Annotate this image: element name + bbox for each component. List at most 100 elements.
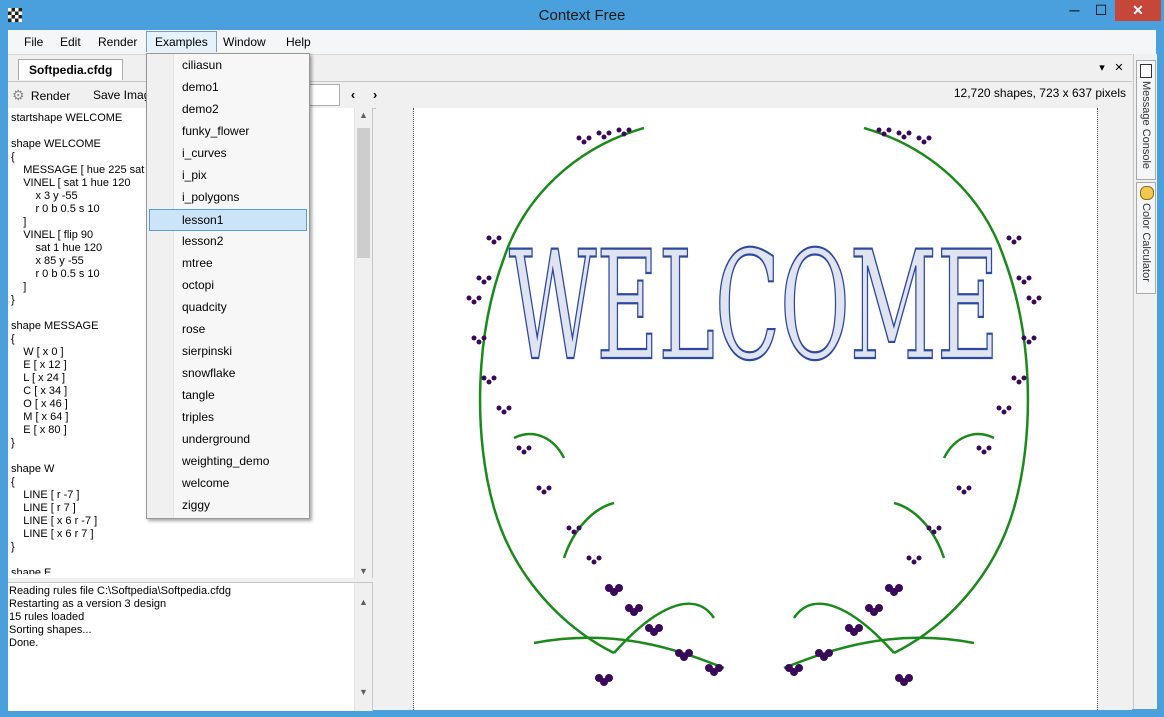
berry xyxy=(981,449,987,455)
example-item-demo1[interactable]: demo1 xyxy=(149,77,305,98)
render-status: 12,720 shapes, 723 x 637 pixels xyxy=(953,86,1126,100)
berry xyxy=(586,135,592,141)
example-item-rose[interactable]: rose xyxy=(149,319,305,340)
berry xyxy=(481,335,487,341)
menu-bar: File Edit Render Examples Window Help xyxy=(8,30,1156,54)
berry xyxy=(901,134,907,140)
berry xyxy=(1011,239,1017,245)
berry xyxy=(596,130,602,136)
berry xyxy=(536,485,542,491)
example-item-sierpinski[interactable]: sierpinski xyxy=(149,341,305,362)
berry xyxy=(886,127,892,133)
example-item-i-polygons[interactable]: i_polygons xyxy=(149,187,305,208)
berry xyxy=(875,604,883,612)
example-item-lesson1[interactable]: lesson1 xyxy=(149,209,307,231)
berry xyxy=(605,674,613,682)
console-scrollbar[interactable]: ▲ ▼ xyxy=(354,583,372,711)
berry xyxy=(911,559,917,565)
berry xyxy=(471,335,477,341)
berry xyxy=(1011,375,1017,381)
color-calculator-tab[interactable]: Color Calculator xyxy=(1136,182,1156,294)
scroll-thumb[interactable] xyxy=(357,128,370,258)
scroll-up-icon[interactable]: ▲ xyxy=(355,110,372,120)
vine-stroke xyxy=(942,432,995,459)
example-item-ziggy[interactable]: ziggy xyxy=(149,495,305,516)
render-button[interactable]: ⚙ Render xyxy=(12,86,70,104)
scroll-up-icon[interactable]: ▲ xyxy=(355,597,372,607)
berry xyxy=(926,135,932,141)
berry xyxy=(881,131,887,137)
berry xyxy=(476,339,482,345)
editor-scrollbar[interactable]: ▲ ▼ xyxy=(354,108,372,578)
maximize-button[interactable]: ☐ xyxy=(1088,0,1114,21)
message-console: Reading rules file C:\Softpedia\Softpedi… xyxy=(8,582,373,711)
chevron-left-icon[interactable]: ‹ xyxy=(344,85,362,105)
berry xyxy=(486,379,492,385)
berry xyxy=(996,405,1002,411)
berry xyxy=(1026,295,1032,301)
chevron-right-icon[interactable]: › xyxy=(366,85,384,105)
berry xyxy=(486,275,492,281)
berry xyxy=(825,649,833,657)
example-item-funky-flower[interactable]: funky_flower xyxy=(149,121,305,142)
berry xyxy=(501,409,507,415)
berry xyxy=(541,489,547,495)
example-item-i-pix[interactable]: i_pix xyxy=(149,165,305,186)
example-item-label: demo2 xyxy=(182,102,219,116)
berry xyxy=(586,555,592,561)
example-item-welcome[interactable]: welcome xyxy=(149,473,305,494)
message-console-tab[interactable]: Message Console xyxy=(1136,60,1156,180)
berry xyxy=(966,485,972,491)
berry xyxy=(546,485,552,491)
tab-close-icon[interactable]: ✕ xyxy=(1111,61,1127,74)
berry xyxy=(481,375,487,381)
tab-list-icon[interactable]: ▾ xyxy=(1094,61,1110,74)
examples-dropdown: ciliasun demo1 demo2 funky_flower i_curves i_… xyxy=(146,53,310,519)
scroll-down-icon[interactable]: ▼ xyxy=(355,687,372,697)
example-item-octopi[interactable]: octopi xyxy=(149,275,305,296)
berry xyxy=(476,275,482,281)
menu-examples[interactable]: Examples xyxy=(146,31,217,52)
example-item-label: ciliasun xyxy=(182,58,223,72)
example-item-label: funky_flower xyxy=(182,124,250,138)
example-item-i-curves[interactable]: i_curves xyxy=(149,143,305,164)
color-calculator-label: Color Calculator xyxy=(1140,203,1152,282)
berry xyxy=(986,445,992,451)
berry xyxy=(496,405,502,411)
title-bar[interactable]: Context Free ─ ☐ ✕ xyxy=(0,0,1164,30)
example-item-tangle[interactable]: tangle xyxy=(149,385,305,406)
close-button[interactable]: ✕ xyxy=(1115,0,1161,21)
berry xyxy=(906,555,912,561)
menu-render[interactable]: Render xyxy=(90,32,145,52)
menu-file[interactable]: File xyxy=(16,32,51,52)
code-line[interactable]: shape E xyxy=(11,567,351,574)
scroll-down-icon[interactable]: ▼ xyxy=(355,566,372,576)
size-input[interactable] xyxy=(308,84,340,106)
berry xyxy=(715,664,723,672)
minimize-button[interactable]: ─ xyxy=(1061,0,1088,21)
berry xyxy=(481,279,487,285)
berry xyxy=(591,559,597,565)
example-item-snowflake[interactable]: snowflake xyxy=(149,363,305,384)
example-item-mtree[interactable]: mtree xyxy=(149,253,305,274)
code-line[interactable]: } xyxy=(11,541,351,554)
example-item-quadcity[interactable]: quadcity xyxy=(149,297,305,318)
example-item-ciliasun[interactable]: ciliasun xyxy=(149,55,305,76)
menu-edit[interactable]: Edit xyxy=(52,32,89,52)
code-line[interactable] xyxy=(11,554,351,567)
example-item-demo2[interactable]: demo2 xyxy=(149,99,305,120)
example-item-weighting-demo[interactable]: weighting_demo xyxy=(149,451,305,472)
save-image-button[interactable]: Save Imag xyxy=(93,86,150,104)
berry xyxy=(1016,235,1022,241)
berry xyxy=(571,529,577,535)
example-item-triples[interactable]: triples xyxy=(149,407,305,428)
menu-window[interactable]: Window xyxy=(215,32,274,52)
menu-help[interactable]: Help xyxy=(278,32,319,52)
example-item-underground[interactable]: underground xyxy=(149,429,305,450)
console-line: 15 rules loaded xyxy=(9,611,85,623)
example-item-lesson2[interactable]: lesson2 xyxy=(149,231,305,252)
console-text: Reading rules file C:\Softpedia\Softpedi… xyxy=(9,585,231,650)
code-line[interactable]: LINE [ x 6 r 7 ] xyxy=(11,528,351,541)
berry xyxy=(961,489,967,495)
tab-softpedia[interactable]: Softpedia.cfdg xyxy=(18,59,124,80)
